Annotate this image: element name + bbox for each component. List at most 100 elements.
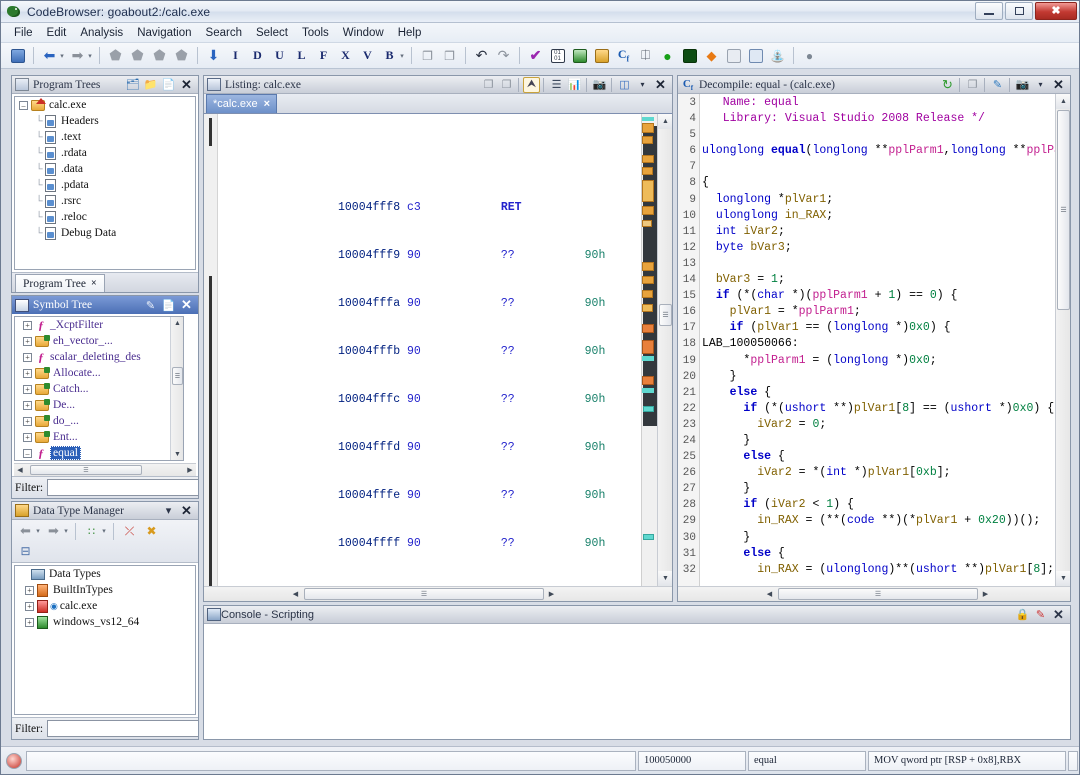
dt-item-builtintypes[interactable]: + BuiltInTypes [15,582,195,598]
toggle-function-icon[interactable]: F [313,46,334,66]
redo-icon[interactable]: ↷ [493,46,514,66]
open-folder-icon[interactable]: 📁 [142,77,159,93]
clear-icon[interactable]: ✎ [1032,607,1049,623]
undo-icon[interactable]: ↶ [471,46,492,66]
memory-search-icon[interactable] [679,46,700,66]
help-balloon-icon[interactable]: ● [799,46,820,66]
expander-icon[interactable]: + [23,401,32,410]
scroll-up-icon[interactable]: ▲ [1056,94,1070,109]
listing-row[interactable]: 10004fffb 90??90h [218,344,641,360]
expander-icon[interactable]: + [25,618,34,627]
scrollbar-thumb[interactable]: ☰ [778,588,978,600]
scrollbar-thumb[interactable]: ☰ [30,465,142,475]
data-type-manager-icon[interactable] [591,46,612,66]
close-icon[interactable]: ✕ [652,77,669,93]
forward-dropdown-icon[interactable]: ▾ [86,46,94,66]
select-cursor-icon[interactable]: ⮝ [523,77,540,93]
expander-icon[interactable]: – [23,449,32,458]
menu-tools[interactable]: Tools [295,25,336,41]
close-icon[interactable]: ✕ [1050,607,1067,623]
dt-root-row[interactable]: Data Types [15,566,195,582]
tab-close-icon[interactable]: × [264,98,270,110]
scrollbar-thumb[interactable]: ☰ [172,367,183,385]
rename-icon[interactable]: ✎ [142,297,159,313]
listing-row[interactable]: 10004fffa 90??90h [218,296,641,312]
copy-icon[interactable]: 📄 [160,297,177,313]
scroll-down-icon[interactable]: ▼ [1056,571,1070,586]
symbol-row-scalar-deleting-destructor[interactable]: + ƒ scalar_deleting_des [15,349,183,365]
toggle-dropdown-icon[interactable]: ▾ [398,46,406,66]
toggle-undefined-icon[interactable]: U [269,46,290,66]
tree-item-data[interactable]: └ .data [15,161,195,177]
byte-viewer-icon[interactable]: 0101 [547,46,568,66]
symbol-row-xcptfilter[interactable]: + ƒ _XcptFilter [15,317,183,333]
scroll-up-icon[interactable]: ▲ [658,114,672,129]
tree-item-text[interactable]: └ .text [15,129,195,145]
copy-tree-icon[interactable]: 📄 [160,77,177,93]
toggle-instruction-icon[interactable]: I [225,46,246,66]
close-icon[interactable]: ✕ [178,77,195,93]
symbol-tree[interactable]: + ƒ _XcptFilter + eh_vector_... + ƒ scal… [14,316,184,461]
menu-navigation[interactable]: Navigation [130,25,198,41]
scroll-right-icon[interactable]: ▶ [184,464,196,476]
close-icon[interactable]: ✕ [178,503,195,519]
copy-icon[interactable]: ❐ [417,46,438,66]
menu-file[interactable]: File [7,25,40,41]
toggle-data-icon[interactable]: D [247,46,268,66]
tree-item-rdata[interactable]: └ .rdata [15,145,195,161]
snapshot-icon[interactable]: 📷 [591,77,608,93]
tree-item-debug-data[interactable]: └ Debug Data [15,225,195,241]
memory-map-icon[interactable] [569,46,590,66]
listing-row[interactable]: 10004fff8 c3RET [218,200,641,216]
expander-icon[interactable]: + [23,417,32,426]
scroll-right-icon[interactable]: ▶ [978,587,993,601]
toggle-bookmark-icon[interactable]: B [379,46,400,66]
function-call-graph-icon[interactable]: ⎅ [635,46,656,66]
dt-item-windows-vs12-64[interactable]: + windows_vs12_64 [15,614,195,630]
dt-item-calc-exe[interactable]: + ◉ calc.exe [15,598,195,614]
scroll-up-icon[interactable]: ▲ [171,317,184,329]
scrollbar-thumb[interactable]: ☰ [1057,110,1070,310]
program-tree[interactable]: – calc.exe └ Headers └ .text └ . [14,96,196,270]
symbol-tree-vertical-scrollbar[interactable]: ▲ ☰ ▼ [170,317,183,460]
tab-close-icon[interactable]: × [91,278,97,289]
decompile-view[interactable]: 3 4 5 6 7 8 9 10 11 12 13 14 15 16 17 18… [678,94,1070,586]
down-arrow-icon[interactable]: ⬇ [203,46,224,66]
decompiler-icon[interactable]: Cf [613,46,634,66]
table-icon[interactable] [723,46,744,66]
tab-program-tree[interactable]: Program Tree × [15,274,105,292]
refresh-icon[interactable]: ↻ [939,77,956,93]
listing-row[interactable]: 10004fff9 90??90h [218,248,641,264]
back-icon[interactable]: ⬅ [15,521,36,541]
listing-horizontal-scrollbar[interactable]: ◀ ☰ ▶ [204,586,672,601]
export-icon[interactable] [745,46,766,66]
forward-dropdown-icon[interactable]: ▾ [62,521,70,541]
diff-navigate-icon[interactable]: 📊 [566,77,583,93]
toggle-fields-icon[interactable]: ☰ [548,77,565,93]
forward-icon[interactable]: ➡ [43,521,64,541]
tree-item-rsrc[interactable]: └ .rsrc [15,193,195,209]
scroll-right-icon[interactable]: ▶ [544,587,559,601]
scroll-left-icon[interactable]: ◀ [14,464,26,476]
toggle-xref-icon[interactable]: X [335,46,356,66]
layout-dropdown-icon[interactable]: ▾ [634,77,651,93]
symbol-row-do[interactable]: + do_... [15,413,183,429]
next-code-unit-icon[interactable]: ⬟ [105,46,126,66]
lock-icon[interactable]: 🔒 [1014,607,1031,623]
tab-calc-exe[interactable]: *calc.exe × [206,94,277,113]
copy-icon[interactable]: ❐ [480,77,497,93]
listing-row[interactable]: 10004fffc 90??90h [218,392,641,408]
listing-code[interactable]: 10004fff8 c3RET 10004fff9 90??90h 10004f… [218,114,641,586]
scrollbar-thumb[interactable]: ☰ [304,588,544,600]
back-dropdown-icon[interactable]: ▾ [58,46,66,66]
expander-icon[interactable]: + [23,385,32,394]
menu-edit[interactable]: Edit [40,25,74,41]
disable-filter-icon[interactable]: ⤫ [119,521,140,541]
menu-analysis[interactable]: Analysis [73,25,130,41]
decompile-code[interactable]: Name: equal Library: Visual Studio 2008 … [700,94,1055,586]
toggle-label-icon[interactable]: L [291,46,312,66]
scroll-down-icon[interactable]: ▼ [658,571,672,586]
menu-window[interactable]: Window [336,25,391,41]
next-instruction-icon[interactable]: ⬟ [127,46,148,66]
symbol-row-allocate[interactable]: + Allocate... [15,365,183,381]
